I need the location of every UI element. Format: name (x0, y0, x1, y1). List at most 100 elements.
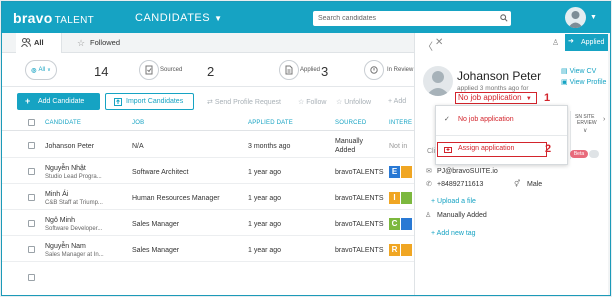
add-more-button[interactable]: + Add (388, 98, 406, 105)
applied-date: 1 year ago (248, 221, 282, 228)
view-profile-link[interactable]: ▣ View Profile (561, 78, 606, 86)
table-row[interactable]: Nguyễn Nam Sales Manager at In... Sales … (2, 237, 414, 262)
interview-label: ERVIEW (577, 120, 597, 126)
candidate-gender: Male (527, 181, 543, 188)
job-title: N/A (132, 143, 144, 150)
chevron-down-icon[interactable]: ∨ (583, 127, 587, 134)
source: bravoTALENTS (335, 221, 384, 228)
candidate-name[interactable]: Johanson Peter (45, 143, 94, 150)
phone-icon: ✆ (426, 181, 432, 188)
tab-followed[interactable]: ☆ Followed (72, 33, 132, 53)
assign-icon (444, 147, 452, 153)
table-row[interactable]: Johanson Peter N/A 3 months ago Manually… (2, 133, 414, 158)
applied-text: applied 3 months ago for (457, 85, 529, 92)
row-checkbox[interactable] (28, 220, 35, 227)
users-icon (21, 38, 31, 47)
candidate-headline: Software Developer... (45, 226, 103, 232)
candidate-email[interactable]: PJ@bravoSUITE.io (437, 168, 498, 175)
source: bravoTALENTS (335, 195, 384, 202)
filter-icon: ◎ (31, 67, 37, 74)
applied-icon[interactable] (279, 60, 299, 80)
row-checkbox[interactable] (28, 246, 35, 253)
table-row[interactable]: Nguyễn Nhật Studio Lead Progra... Softwa… (2, 159, 414, 184)
sourced-icon[interactable] (139, 60, 159, 80)
search-icon[interactable] (500, 14, 508, 22)
interest-badge-next (401, 192, 412, 204)
interest-badge: E (389, 166, 400, 178)
review-icon[interactable] (364, 60, 384, 80)
assign-application-option[interactable]: Assign application (437, 142, 547, 157)
action-toolbar: + Add Candidate Import Candidates ⇄ Send… (2, 88, 414, 116)
add-candidate-button[interactable]: + Add Candidate (17, 93, 100, 110)
stat-applied-count: 3 (321, 64, 329, 79)
chevron-down-icon: ∨ (47, 67, 51, 73)
stat-all-filter[interactable]: ◎ All ∨ (25, 60, 57, 80)
panel-scrollbar[interactable] (608, 33, 610, 295)
row-checkbox[interactable] (28, 194, 35, 201)
applied-date: 1 year ago (248, 169, 282, 176)
dropdown-item-no-job[interactable]: ✓ No job application (436, 111, 567, 128)
candidate-name[interactable]: Nguyễn Nam (45, 243, 86, 250)
applied-date: 1 year ago (248, 247, 282, 254)
module-switcher[interactable]: CANDIDATES ▼ (135, 12, 223, 24)
col-sourced[interactable]: SOURCED (335, 120, 366, 126)
stat-sourced-count: 2 (207, 64, 215, 79)
import-candidates-button[interactable]: Import Candidates (105, 93, 194, 110)
table-row[interactable]: Ngô Minh Software Developer... Sales Man… (2, 211, 414, 236)
candidate-name[interactable]: Ngô Minh (45, 217, 75, 224)
applied-date: 3 months ago (248, 143, 291, 150)
close-icon[interactable]: ✕ (435, 37, 443, 48)
source: bravoTALENTS (335, 169, 384, 176)
stat-sourced-label: Sourced (160, 67, 183, 73)
select-all-checkbox[interactable] (28, 119, 35, 126)
stat-review-label: In Review (387, 67, 414, 73)
pipeline-stats: ◎ All ∨ 14 Sourced 2 Applied 3 In Review (2, 54, 414, 87)
back-icon[interactable]: 〈 (423, 38, 433, 53)
chevron-right-icon[interactable]: › (603, 116, 605, 123)
app-logo[interactable]: bravo TALENT (13, 10, 94, 26)
divider (436, 135, 567, 136)
candidate-headline: C&B Staff at Triump... (45, 200, 103, 206)
annotation-marker-1: 1 (544, 92, 551, 104)
add-user-icon: + (25, 96, 31, 106)
star-icon: ☆ (77, 38, 86, 48)
candidate-name[interactable]: Minh Ái (45, 191, 68, 198)
candidate-avatar (423, 66, 453, 96)
row-checkbox[interactable] (28, 274, 35, 281)
job-title: Software Architect (132, 169, 189, 176)
tab-all[interactable]: All (16, 33, 62, 53)
col-job[interactable]: JOB (132, 120, 144, 126)
search-input[interactable] (313, 11, 511, 26)
follow-button[interactable]: ☆ Follow (298, 98, 326, 106)
toggle[interactable] (589, 150, 599, 158)
view-tabs: All ☆ Followed (2, 33, 414, 53)
row-checkbox[interactable] (28, 168, 35, 175)
unfollow-button[interactable]: ☆ Unfollow (336, 98, 371, 106)
add-tag-link[interactable]: + Add new tag (431, 230, 476, 237)
assign-user-icon[interactable]: ♙ (552, 38, 559, 47)
table-row[interactable] (2, 263, 414, 295)
table-row[interactable]: Minh Ái C&B Staff at Triump... Human Res… (2, 185, 414, 210)
upload-file-link[interactable]: + Upload a file (431, 198, 476, 205)
candidate-name[interactable]: Nguyễn Nhật (45, 165, 86, 172)
col-candidate[interactable]: CANDIDATE (45, 120, 81, 126)
source: Manually (335, 138, 364, 145)
col-applied-date[interactable]: APPLIED DATE (248, 120, 293, 126)
row-checkbox[interactable] (28, 142, 35, 149)
applied-status-button[interactable]: ➜ Applied (565, 34, 610, 51)
chevron-down-icon[interactable]: ▼ (590, 14, 597, 21)
send-profile-request-button[interactable]: ⇄ Send Profile Request (207, 98, 281, 106)
job-title: Sales Manager (132, 221, 180, 228)
interest-badge: R (389, 244, 400, 256)
candidate-headline: Sales Manager at In... (45, 252, 104, 258)
star-icon: ☆ (298, 99, 307, 106)
job-application-select[interactable]: No job application ▼ (455, 92, 537, 104)
beta-badge: Beta (570, 150, 588, 158)
view-cv-link[interactable]: ▤ View CV (561, 67, 596, 75)
gender-icon: ⚥ (514, 181, 521, 188)
chevron-down-icon: ▼ (525, 96, 532, 102)
job-title: Sales Manager (132, 247, 180, 254)
user-avatar[interactable] (565, 7, 586, 28)
col-interest[interactable]: INTERE (389, 120, 412, 126)
candidate-phone[interactable]: +84892711613 (437, 181, 483, 188)
